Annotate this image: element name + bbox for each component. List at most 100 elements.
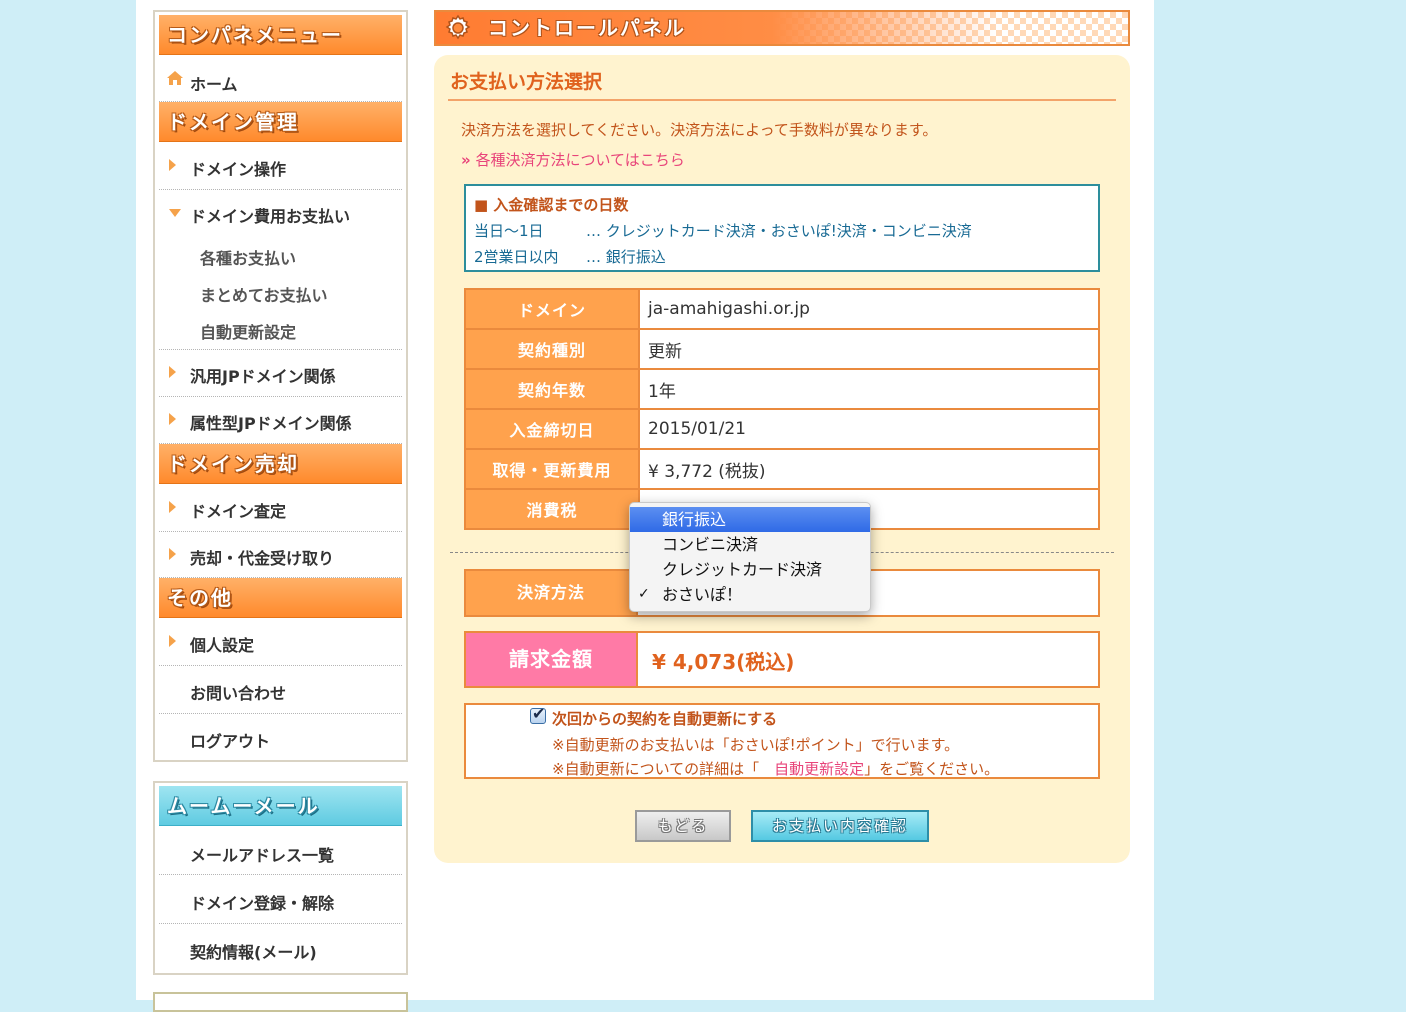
mumu-mail-menu: ムームーメール メールアドレス一覧 ドメイン登録・解除 契約情報(メール): [153, 781, 408, 975]
detail-value-domain: ja-amahigashi.or.jp: [638, 288, 1100, 330]
sidebar-subitem-bulk-payment[interactable]: まとめてお支払い: [200, 282, 328, 306]
triangle-down-icon: [169, 209, 181, 217]
table-row: 契約年数 1年: [464, 368, 1100, 410]
menu-header-mumu-mail: ムームーメール: [159, 786, 402, 826]
sidebar-item-contract-info[interactable]: 契約情報(メール): [159, 924, 402, 970]
sidebar-item-domain-operation[interactable]: ドメイン操作: [159, 143, 402, 190]
deposit-info-row: 当日〜1日 … クレジットカード決済・おさいぽ!決済・コンビニ決済: [474, 220, 1090, 241]
option-credit-card[interactable]: クレジットカード決済: [630, 557, 870, 582]
auto-renew-box: 次回からの契約を自動更新にする ※自動更新のお支払いは「おさいぽ!ポイント」で行…: [464, 703, 1100, 779]
payment-method-dropdown[interactable]: 銀行振込 コンビニ決済 クレジットカード決済 ✓ おさいぽ！: [629, 502, 871, 612]
note-prefix: ※自動更新についての詳細は「: [552, 760, 760, 778]
gear-icon: [445, 14, 471, 40]
sidebar-item-domain-appraisal[interactable]: ドメイン査定: [159, 485, 402, 532]
auto-renew-detail-note: ※自動更新についての詳細は「 自動更新設定」をご覧ください。: [552, 758, 999, 779]
table-row: 契約種別 更新: [464, 328, 1100, 370]
sidebar-item-logout[interactable]: ログアウト: [159, 714, 402, 760]
option-label: おさいぽ！: [662, 585, 743, 604]
payment-panel: お支払い方法選択 決済方法を選択してください。決済方法によって手数料が異なります…: [434, 55, 1130, 863]
deposit-methods: … クレジットカード決済・おさいぽ!決済・コンビニ決済: [586, 222, 972, 240]
back-button[interactable]: もどる: [635, 810, 731, 842]
sidebar-item-label: 属性型JPドメイン関係: [190, 414, 352, 433]
menu-header-other: その他: [159, 578, 402, 618]
auto-renew-checkbox[interactable]: [530, 704, 546, 724]
check-icon: ✓: [638, 586, 650, 602]
sidebar-item-label: ドメイン費用お支払い: [190, 207, 351, 226]
detail-label: 入金締切日: [464, 408, 640, 450]
sidebar-item-personal-settings[interactable]: 個人設定: [159, 619, 402, 666]
sidebar-item-general-jp[interactable]: 汎用JPドメイン関係: [159, 350, 402, 397]
control-panel-menu: コンパネメニュー ホーム ドメイン管理 ドメイン操作 ドメイン費用お支払い 各種…: [153, 10, 408, 762]
table-row: 入金締切日 2015/01/21: [464, 408, 1100, 450]
option-bank-transfer[interactable]: 銀行振込: [630, 507, 870, 532]
detail-label: 取得・更新費用: [464, 448, 640, 490]
deposit-info-row: 2営業日以内 … 銀行振込: [474, 246, 1090, 267]
triangle-right-icon: [169, 159, 176, 171]
auto-renew-settings-link[interactable]: 自動更新設定: [774, 760, 864, 778]
title-divider: [448, 99, 1116, 101]
table-row: ドメイン ja-amahigashi.or.jp: [464, 288, 1100, 330]
sidebar-item-label: ドメイン操作: [190, 160, 287, 179]
total-amount-row: 請求金額 ¥ 4,073(税込): [464, 631, 1100, 688]
total-amount-label: 請求金額: [466, 633, 638, 686]
sidebar-item-mail-address-list[interactable]: メールアドレス一覧: [159, 827, 402, 875]
triangle-right-icon: [169, 413, 176, 425]
sidebar-item-label: ドメイン登録・解除: [190, 894, 335, 913]
deposit-days: 2営業日以内: [474, 248, 559, 266]
triangle-right-icon: [169, 501, 176, 513]
detail-value-contract-type: 更新: [638, 328, 1100, 370]
option-osaipo[interactable]: ✓ おさいぽ！: [630, 582, 870, 607]
page-title: お支払い方法選択: [450, 71, 603, 93]
detail-value-contract-years: 1年: [638, 368, 1100, 410]
sidebar-item-contact[interactable]: お問い合わせ: [159, 666, 402, 714]
sidebar-item-label: ホーム: [190, 75, 238, 94]
deposit-info-title-text: 入金確認までの日数: [493, 196, 629, 214]
sidebar-item-domain-register[interactable]: ドメイン登録・解除: [159, 875, 402, 924]
detail-label: 契約年数: [464, 368, 640, 410]
sidebar-item-label: ドメイン査定: [190, 502, 287, 521]
triangle-right-icon: [169, 635, 176, 647]
triangle-right-icon: [169, 548, 176, 560]
sidebar-item-label: 契約情報(メール): [190, 943, 317, 962]
auto-renew-note: ※自動更新のお支払いは「おさいぽ!ポイント」で行います。: [552, 736, 960, 754]
option-convenience-store[interactable]: コンビニ決済: [630, 532, 870, 557]
payment-methods-link-label: 各種決済方法についてはこちら: [475, 151, 685, 169]
table-row: 取得・更新費用 ¥ 3,772 (税抜): [464, 448, 1100, 490]
menu-header-domain-management: ドメイン管理: [159, 102, 402, 142]
deposit-days: 当日〜1日: [474, 222, 544, 240]
sidebar-item-domain-payment[interactable]: ドメイン費用お支払い 各種お支払い まとめてお支払い 自動更新設定: [159, 190, 402, 350]
sidebar-item-label: お問い合わせ: [190, 684, 287, 703]
menu-header-cp: コンパネメニュー: [159, 15, 402, 55]
double-chevron-icon: »: [461, 151, 471, 169]
sidebar-item-label: 汎用JPドメイン関係: [190, 367, 336, 386]
next-menu-box: [153, 992, 408, 1012]
confirm-payment-button[interactable]: お支払い内容確認: [751, 810, 929, 842]
detail-value-fee: ¥ 3,772 (税抜): [638, 448, 1100, 490]
contract-details-table: ドメイン ja-amahigashi.or.jp 契約種別 更新 契約年数 1年…: [464, 288, 1100, 530]
sidebar-item-sale-receipt[interactable]: 売却・代金受け取り: [159, 532, 402, 578]
note-suffix: 」をご覧ください。: [864, 760, 1000, 778]
control-panel-title: コントロールパネル: [488, 16, 686, 40]
control-panel-header: コントロールパネル: [434, 10, 1130, 46]
sidebar-subitem-various-payments[interactable]: 各種お支払い: [200, 245, 296, 269]
auto-renew-label[interactable]: 次回からの契約を自動更新にする: [552, 708, 777, 729]
sidebar-item-home[interactable]: ホーム: [159, 56, 402, 102]
detail-label: 契約種別: [464, 328, 640, 370]
payment-methods-link[interactable]: » 各種決済方法についてはこちら: [461, 149, 685, 170]
sidebar-item-attribute-jp[interactable]: 属性型JPドメイン関係: [159, 397, 402, 444]
sidebar-item-label: 個人設定: [190, 636, 255, 655]
detail-label: 消費税: [464, 488, 640, 530]
sidebar-item-label: メールアドレス一覧: [190, 846, 335, 865]
sidebar-subitem-auto-renew[interactable]: 自動更新設定: [200, 319, 296, 343]
deposit-info-title: ■ 入金確認までの日数: [474, 194, 1090, 215]
deposit-info-box: ■ 入金確認までの日数 当日〜1日 … クレジットカード決済・おさいぽ!決済・コン…: [464, 184, 1100, 272]
intro-text: 決済方法を選択してください。決済方法によって手数料が異なります。: [461, 121, 938, 139]
sidebar-item-label: ログアウト: [190, 732, 271, 751]
sidebar-item-label: 売却・代金受け取り: [190, 549, 335, 568]
deposit-methods: … 銀行振込: [586, 248, 666, 266]
square-bullet-icon: ■: [474, 196, 489, 214]
home-icon: [167, 71, 183, 85]
menu-header-domain-sale: ドメイン売却: [159, 444, 402, 484]
total-amount-value: ¥ 4,073(税込): [652, 650, 795, 674]
triangle-right-icon: [169, 366, 176, 378]
